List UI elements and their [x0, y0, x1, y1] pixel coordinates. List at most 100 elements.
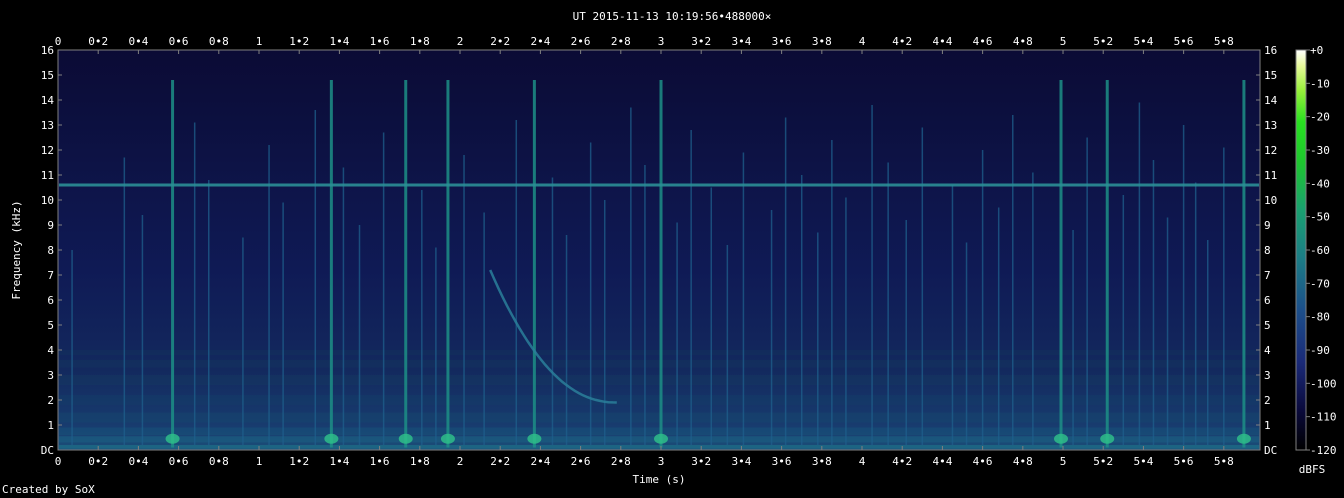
- y-tick-left-label-7: 7: [47, 269, 54, 282]
- x-tick-top-label-18: 3•6: [772, 35, 792, 48]
- x-tick-top-label-12: 2•4: [530, 35, 550, 48]
- low-band-4: [59, 395, 1259, 405]
- x-tick-bottom-label-26: 5•2: [1093, 455, 1113, 468]
- x-tick-bottom-label-7: 1•4: [329, 455, 349, 468]
- x-tick-bottom-label-28: 5•6: [1174, 455, 1194, 468]
- credit-text: Created by SoX: [2, 483, 95, 496]
- y-tick-left-label-14: 14: [41, 94, 55, 107]
- x-tick-bottom-label-23: 4•6: [973, 455, 993, 468]
- x-tick-bottom-label-9: 1•8: [410, 455, 430, 468]
- x-tick-top-label-21: 4•2: [892, 35, 912, 48]
- x-tick-bottom-label-19: 3•8: [812, 455, 832, 468]
- y-tick-left-label-10: 10: [41, 194, 54, 207]
- y-tick-right-label-6: 6: [1264, 294, 1271, 307]
- y-tick-left-label-8: 8: [47, 244, 54, 257]
- x-tick-bottom-label-5: 1: [256, 455, 263, 468]
- x-tick-bottom-label-8: 1•6: [370, 455, 390, 468]
- x-tick-bottom-label-14: 2•8: [611, 455, 631, 468]
- low-band-2: [59, 427, 1259, 435]
- x-tick-top-label-9: 1•8: [410, 35, 430, 48]
- strong-event-blob-2: [398, 433, 413, 444]
- y-tick-right-label-0: DC: [1264, 444, 1277, 457]
- x-tick-bottom-label-0: 0: [55, 455, 62, 468]
- strong-event-blob-7: [1100, 433, 1115, 444]
- x-tick-top-label-26: 5•2: [1093, 35, 1113, 48]
- y-tick-left-label-3: 3: [47, 369, 54, 382]
- y-tick-left-label-13: 13: [41, 119, 54, 132]
- colorbar-tick-label-11: -110: [1310, 411, 1337, 424]
- y-tick-right-label-16: 16: [1264, 44, 1277, 57]
- x-tick-bottom-label-21: 4•2: [892, 455, 912, 468]
- x-tick-bottom-label-29: 5•8: [1214, 455, 1234, 468]
- plot-area: [57, 49, 1261, 451]
- x-tick-bottom-label-4: 0•8: [209, 455, 229, 468]
- y-tick-right-label-14: 14: [1264, 94, 1278, 107]
- x-axis-label: Time (s): [633, 473, 686, 486]
- y-tick-right-label-4: 4: [1264, 344, 1271, 357]
- colorbar-ticks: +0 -10 -20 -30 -40 -50 -60 -70 -80 -90 -100 -110 -12…: [1306, 44, 1337, 457]
- x-tick-top-label-29: 5•8: [1214, 35, 1234, 48]
- x-tick-bottom-label-15: 3: [658, 455, 665, 468]
- colorbar-tick-label-1: -10: [1310, 77, 1330, 90]
- y-tick-left-label-1: 1: [47, 419, 54, 432]
- x-tick-top-label-4: 0•8: [209, 35, 229, 48]
- x-tick-bottom-label-20: 4: [859, 455, 866, 468]
- y-tick-left-label-4: 4: [47, 344, 54, 357]
- x-tick-bottom-label-6: 1•2: [289, 455, 309, 468]
- x-tick-bottom-label-16: 3•2: [691, 455, 711, 468]
- low-band-7: [59, 350, 1259, 355]
- x-tick-top-label-25: 5: [1060, 35, 1067, 48]
- colorbar: +0 -10 -20 -30 -40 -50 -60 -70 -80 -90 -100 -110 -12…: [1295, 44, 1337, 476]
- x-tick-top-label-14: 2•8: [611, 35, 631, 48]
- x-tick-top-label-0: 0: [55, 35, 62, 48]
- x-tick-top-label-17: 3•4: [731, 35, 751, 48]
- strong-event-blob-4: [527, 433, 542, 444]
- x-tick-top-label-15: 3: [658, 35, 665, 48]
- colorbar-tick-label-5: -50: [1310, 211, 1330, 224]
- low-band-6: [59, 360, 1259, 368]
- y-tick-left-label-0: DC: [41, 444, 54, 457]
- low-band-0: [59, 445, 1259, 449]
- x-tick-top-label-3: 0•6: [169, 35, 189, 48]
- x-tick-bottom-label-25: 5: [1060, 455, 1067, 468]
- strong-event-blob-1: [324, 433, 339, 444]
- spectrogram-figure: UT 2015-11-13 10:19:56•488000× 0 0•2 0•4 0•…: [10, 10, 1337, 486]
- colorbar-label: dBFS: [1299, 463, 1326, 476]
- strong-event-blob-6: [1054, 433, 1069, 444]
- y-tick-right-label-5: 5: [1264, 319, 1271, 332]
- y-tick-right-label-7: 7: [1264, 269, 1271, 282]
- y-tick-right-label-3: 3: [1264, 369, 1271, 382]
- colorbar-tick-label-10: -100: [1310, 377, 1337, 390]
- x-tick-bottom-label-11: 2•2: [490, 455, 510, 468]
- x-tick-bottom-label-3: 0•6: [169, 455, 189, 468]
- x-tick-top-label-20: 4: [859, 35, 866, 48]
- y-tick-left-label-16: 16: [41, 44, 54, 57]
- y-tick-right-label-9: 9: [1264, 219, 1271, 232]
- low-band-3: [59, 412, 1259, 423]
- strong-event-blob-8: [1236, 433, 1251, 444]
- colorbar-tick-label-0: +0: [1310, 44, 1323, 57]
- x-tick-top-label-11: 2•2: [490, 35, 510, 48]
- x-tick-top-label-8: 1•6: [370, 35, 390, 48]
- y-tick-right-label-2: 2: [1264, 394, 1271, 407]
- colorbar-tick-label-4: -40: [1310, 177, 1330, 190]
- x-tick-bottom-label-10: 2: [457, 455, 464, 468]
- colorbar-tick-label-2: -20: [1310, 111, 1330, 124]
- x-tick-bottom-label-27: 5•4: [1133, 455, 1153, 468]
- y-tick-left-label-2: 2: [47, 394, 54, 407]
- x-tick-top-label-6: 1•2: [289, 35, 309, 48]
- plot-background: [58, 50, 1260, 450]
- colorbar-tick-label-12: -120: [1310, 444, 1337, 457]
- y-tick-right-label-12: 12: [1264, 144, 1277, 157]
- x-tick-top-label-27: 5•4: [1133, 35, 1153, 48]
- y-tick-left-label-6: 6: [47, 294, 54, 307]
- low-frequency-bands: [59, 350, 1259, 449]
- x-tick-bottom-label-1: 0•2: [88, 455, 108, 468]
- colorbar-tick-label-9: -90: [1310, 344, 1330, 357]
- x-tick-bottom-label-13: 2•6: [571, 455, 591, 468]
- strong-event-blob-0: [165, 433, 180, 444]
- y-tick-right-label-1: 1: [1264, 419, 1271, 432]
- colorbar-tick-label-8: -80: [1310, 311, 1330, 324]
- y-tick-left-label-12: 12: [41, 144, 54, 157]
- y-tick-left-label-9: 9: [47, 219, 54, 232]
